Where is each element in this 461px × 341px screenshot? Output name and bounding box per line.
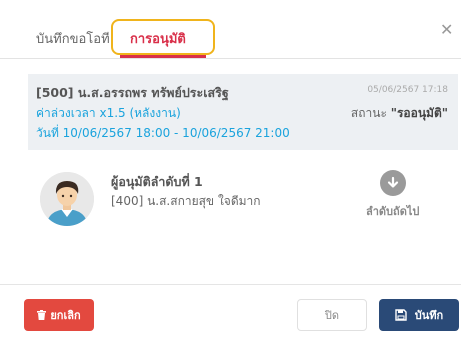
close-icon[interactable]: ✕	[440, 22, 453, 38]
save-label: บันทึก	[414, 309, 444, 322]
arrow-down-circle-icon	[380, 170, 406, 196]
active-tab-indicator	[120, 55, 206, 58]
close-button[interactable]: ปิด	[297, 299, 367, 331]
floppy-disk-icon	[395, 309, 407, 321]
request-status: สถานะ "รออนุมัติ"	[351, 104, 448, 123]
cancel-label: ยกเลิก	[50, 309, 81, 322]
tab-approval[interactable]: การอนุมัติ	[130, 32, 186, 48]
save-button[interactable]: บันทึก	[379, 299, 459, 331]
footer-divider	[0, 284, 461, 285]
avatar	[40, 172, 94, 226]
employee-name: [500] น.ส.อรรถพร ทรัพย์ประเสริฐ	[36, 85, 229, 100]
approver-name: [400] น.ส.สกายสุข ใจดีมาก	[111, 194, 261, 208]
ot-type: ค่าล่วงเวลา x1.5 (หลังงาน)	[36, 106, 181, 120]
status-value: "รออนุมัติ"	[390, 106, 448, 120]
avatar-person-icon	[40, 172, 94, 226]
ot-time-range: วันที่ 10/06/2567 18:00 - 10/06/2567 21:…	[36, 126, 290, 140]
approval-modal: บันทึกขอโอที การอนุมัติ ✕ [500] น.ส.อรรถ…	[0, 0, 461, 341]
trash-icon	[37, 310, 47, 320]
request-created-at: 05/06/2567 17:18	[367, 85, 448, 95]
close-label: ปิด	[324, 309, 340, 322]
cancel-button[interactable]: ยกเลิก	[24, 299, 94, 331]
approver-order-title: ผู้อนุมัติลำดับที่ 1	[111, 174, 203, 189]
status-label: สถานะ	[350, 106, 387, 120]
tab-bar: บันทึกขอโอที การอนุมัติ ✕	[0, 0, 461, 59]
tab-ot-request[interactable]: บันทึกขอโอที	[36, 32, 110, 48]
next-order-label: ลำดับถัดไป	[366, 205, 420, 218]
request-info-panel: [500] น.ส.อรรถพร ทรัพย์ประเสริฐ 05/06/25…	[28, 74, 458, 150]
